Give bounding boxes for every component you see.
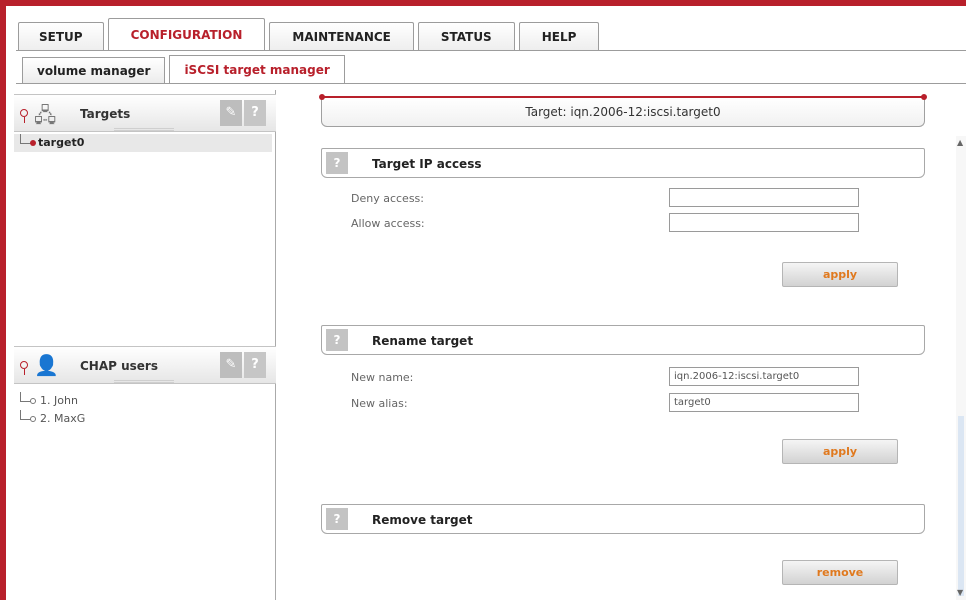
- target-server-icon: 🖧: [34, 103, 57, 127]
- tab-help[interactable]: HELP: [518, 22, 600, 50]
- help-icon[interactable]: ?: [326, 508, 348, 530]
- scroll-down-icon[interactable]: ▼: [957, 588, 963, 597]
- main-tabs: SETUP CONFIGURATION MAINTENANCE STATUS H…: [18, 18, 603, 50]
- tab-configuration[interactable]: CONFIGURATION: [107, 18, 266, 50]
- subtabs-divider: [16, 83, 966, 84]
- corner-dot: [319, 94, 325, 100]
- target-header-title: Target: iqn.2006-12:iscsi.target0: [525, 105, 721, 119]
- apply-ip-access-button[interactable]: apply: [782, 262, 898, 287]
- targets-panel-title: Targets: [80, 107, 131, 121]
- user-circle-icon: [30, 416, 36, 422]
- subtab-iscsi-target-manager[interactable]: iSCSI target manager: [169, 55, 345, 83]
- section-title: Rename target: [372, 334, 474, 348]
- tree-item-label: 2. MaxG: [40, 412, 86, 425]
- tree-item-label: target0: [38, 136, 85, 149]
- remove-target-button[interactable]: remove: [782, 560, 898, 585]
- left-panel: 🖧 Targets ✎ ? target0 👤 CHAP users ✎ ? 1…: [14, 90, 276, 600]
- section-remove-header: ? Remove target: [321, 504, 925, 534]
- left-accent-bar: [0, 0, 6, 600]
- resize-grip[interactable]: [114, 128, 174, 131]
- new-alias-input[interactable]: [669, 393, 859, 412]
- help-icon[interactable]: ?: [326, 329, 348, 351]
- wrench-icon[interactable]: ✎: [220, 100, 242, 126]
- help-icon[interactable]: ?: [326, 152, 348, 174]
- pin-icon[interactable]: [20, 109, 28, 123]
- chap-panel-header: 👤 CHAP users ✎ ?: [14, 346, 276, 384]
- pin-icon[interactable]: [20, 361, 28, 375]
- tree-item-chap-user[interactable]: 1. John: [14, 392, 272, 410]
- tab-status[interactable]: STATUS: [417, 22, 515, 50]
- deny-access-label: Deny access:: [351, 192, 424, 205]
- vertical-scrollbar[interactable]: ▲ ▼: [956, 136, 966, 600]
- new-alias-label: New alias:: [351, 397, 408, 410]
- tree-item-chap-user[interactable]: 2. MaxG: [14, 410, 272, 428]
- scroll-track[interactable]: [958, 416, 964, 596]
- section-title: Remove target: [372, 513, 473, 527]
- new-name-label: New name:: [351, 371, 414, 384]
- section-ip-access-header: ? Target IP access: [321, 148, 925, 178]
- section-rename-header: ? Rename target: [321, 325, 925, 355]
- sub-tabs: volume manager iSCSI target manager: [22, 55, 349, 83]
- tree-item-target0[interactable]: target0: [14, 134, 272, 152]
- target-dot-icon: [30, 140, 36, 146]
- section-title: Target IP access: [372, 157, 482, 171]
- users-icon: 👤: [34, 353, 59, 377]
- wrench-icon[interactable]: ✎: [220, 352, 242, 378]
- corner-dot: [921, 94, 927, 100]
- tab-setup[interactable]: SETUP: [18, 22, 104, 50]
- help-button[interactable]: ?: [244, 100, 266, 126]
- tabs-divider: [16, 50, 966, 51]
- target-header: Target: iqn.2006-12:iscsi.target0: [319, 94, 927, 127]
- help-button[interactable]: ?: [244, 352, 266, 378]
- top-accent-bar: [0, 0, 966, 6]
- allow-access-label: Allow access:: [351, 217, 425, 230]
- tab-maintenance[interactable]: MAINTENANCE: [269, 22, 414, 50]
- resize-grip[interactable]: [114, 380, 174, 383]
- user-circle-icon: [30, 398, 36, 404]
- scroll-up-icon[interactable]: ▲: [957, 138, 963, 147]
- subtab-volume-manager[interactable]: volume manager: [22, 57, 166, 83]
- tree-item-label: 1. John: [40, 394, 78, 407]
- targets-panel-header: 🖧 Targets ✎ ?: [14, 94, 276, 132]
- deny-access-input[interactable]: [669, 188, 859, 207]
- apply-rename-button[interactable]: apply: [782, 439, 898, 464]
- allow-access-input[interactable]: [669, 213, 859, 232]
- chap-panel-title: CHAP users: [80, 359, 158, 373]
- new-name-input[interactable]: [669, 367, 859, 386]
